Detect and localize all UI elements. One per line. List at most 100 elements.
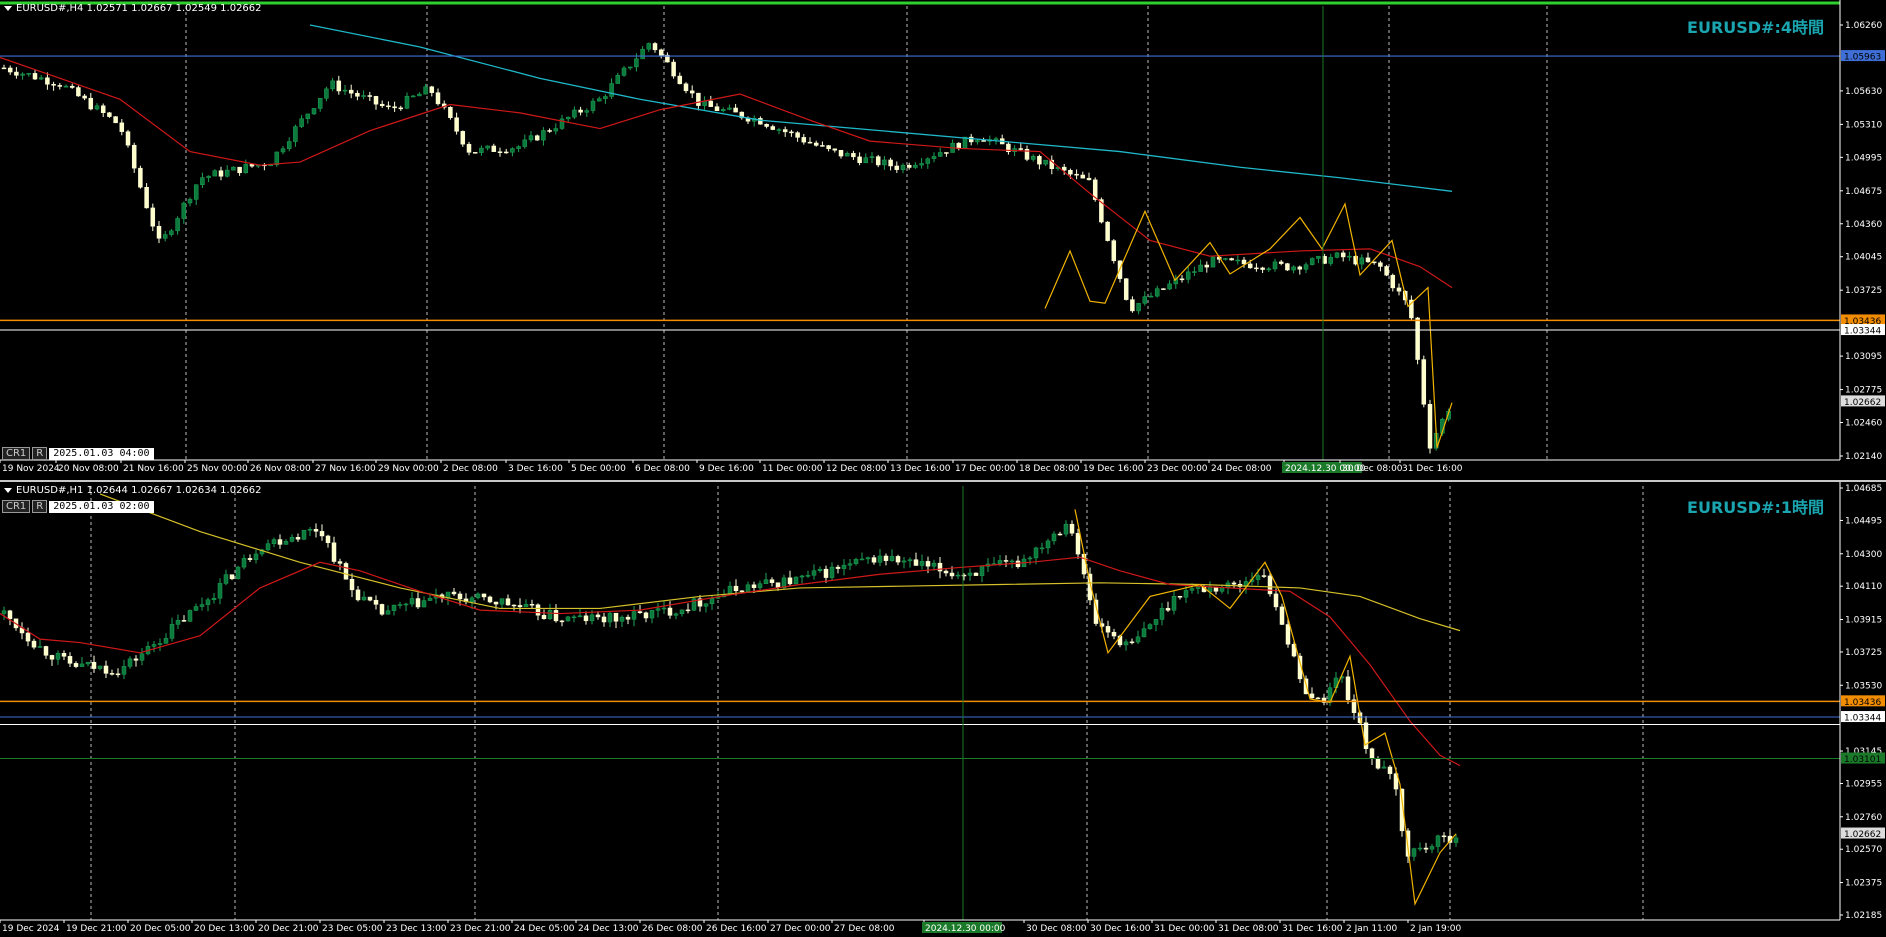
h4-chart-header: EURUSD#,H4 1.02571 1.02667 1.02549 1.026… (4, 3, 262, 14)
price-tag-label: 1.03344 (1844, 327, 1881, 337)
r-button[interactable]: R (32, 447, 48, 460)
price-tag-label: 1.02662 (1844, 830, 1881, 840)
h4-chart-pane[interactable]: 1.06260 1.05963 1.05630 1.05310 1.04995 1.046… (0, 0, 1886, 480)
candle (541, 614, 547, 619)
candle (625, 616, 631, 620)
candle (113, 116, 118, 124)
candle (813, 142, 819, 146)
candle (1316, 256, 1321, 259)
candle (79, 663, 85, 667)
candle (981, 140, 986, 142)
candle (613, 612, 619, 622)
candle (888, 159, 893, 167)
candle (125, 131, 131, 146)
candle (595, 614, 601, 618)
h1-symbol-info: EURUSD#,H1 1.02644 1.02667 1.02634 1.026… (16, 485, 262, 496)
time-label: 11 Dec 00:00 (762, 464, 823, 474)
h4-chart-canvas[interactable]: 1.06260 1.05963 1.05630 1.05310 1.04995 1.046… (0, 0, 1886, 480)
candle (1415, 317, 1420, 360)
candle (32, 73, 38, 80)
candle (547, 130, 552, 132)
candle (679, 609, 685, 615)
candle (1285, 263, 1290, 271)
time-label: 27 Dec 00:00 (770, 924, 831, 934)
candle (517, 605, 523, 608)
candle (131, 144, 137, 169)
candle (265, 543, 271, 551)
candle (601, 616, 607, 623)
candle (1266, 268, 1272, 271)
candle (584, 110, 590, 113)
candle (247, 558, 253, 560)
candle (853, 559, 859, 564)
candle (596, 98, 602, 102)
h1-chart-title: EURUSD#:1時間 (1687, 498, 1824, 517)
candle (156, 225, 162, 239)
candle (553, 128, 559, 132)
candle (319, 531, 325, 537)
ma-slow-line (99, 493, 1461, 632)
h4-timestamp: 2025.01.03 04:00 (49, 447, 154, 460)
time-label: 23 Dec 00:00 (1147, 464, 1208, 474)
candle (249, 164, 255, 167)
candle (49, 655, 55, 660)
candle (823, 568, 829, 578)
candle (85, 662, 91, 665)
time-label: 31 Dec 16:00 (1282, 924, 1343, 934)
candle (805, 575, 811, 577)
candle (206, 175, 211, 178)
candle (218, 170, 224, 177)
candle (1135, 636, 1141, 643)
candle (299, 118, 304, 127)
candle (997, 560, 1003, 564)
candle (871, 557, 877, 563)
time-label: 31 Dec 08:00 (1218, 924, 1279, 934)
collapse-triangle-icon[interactable] (4, 5, 12, 11)
h1-chart-canvas[interactable]: 1.04685 1.04495 1.04300 1.04110 1.03915 1.037… (0, 482, 1886, 937)
candle (1381, 766, 1387, 769)
candle (658, 49, 664, 56)
price-label: 1.03725 (1845, 286, 1882, 296)
candle (280, 148, 286, 153)
candle (1045, 540, 1051, 549)
candle (1267, 575, 1273, 595)
cr1-button[interactable]: CR1 (2, 447, 31, 460)
collapse-triangle-icon[interactable] (4, 487, 12, 493)
candle (807, 141, 813, 144)
time-label: 24 Dec 13:00 (578, 924, 639, 934)
h1-chart-pane[interactable]: 1.04685 1.04495 1.04300 1.04110 1.03915 1.037… (0, 482, 1886, 937)
candle (1147, 624, 1153, 629)
candle (1375, 758, 1381, 769)
candle (150, 207, 156, 227)
r-button[interactable]: R (32, 500, 48, 513)
candle (73, 663, 79, 667)
candle (652, 43, 658, 51)
candle (677, 75, 683, 85)
price-axis (1840, 0, 1886, 480)
time-label: 29 Nov 00:00 (378, 464, 439, 474)
candle (1359, 257, 1365, 265)
candle (151, 644, 157, 647)
candle (205, 599, 211, 605)
candle (229, 574, 235, 580)
candle (1161, 288, 1166, 290)
candle (534, 135, 540, 141)
candle (26, 73, 32, 75)
candle (925, 158, 931, 164)
candle (1328, 257, 1334, 264)
candle (25, 632, 31, 642)
candle (133, 658, 139, 661)
candle (63, 85, 69, 88)
candle (1018, 148, 1024, 150)
price-label: 1.04675 (1845, 187, 1882, 197)
candle (51, 84, 56, 86)
candle (1254, 267, 1259, 270)
candle (162, 234, 168, 239)
candle (187, 610, 193, 622)
candle (1235, 259, 1241, 262)
cr1-button[interactable]: CR1 (2, 500, 31, 513)
candle (1063, 523, 1069, 535)
time-label: 19 Dec 16:00 (1083, 464, 1144, 474)
candle (607, 612, 613, 623)
candle (851, 153, 856, 158)
